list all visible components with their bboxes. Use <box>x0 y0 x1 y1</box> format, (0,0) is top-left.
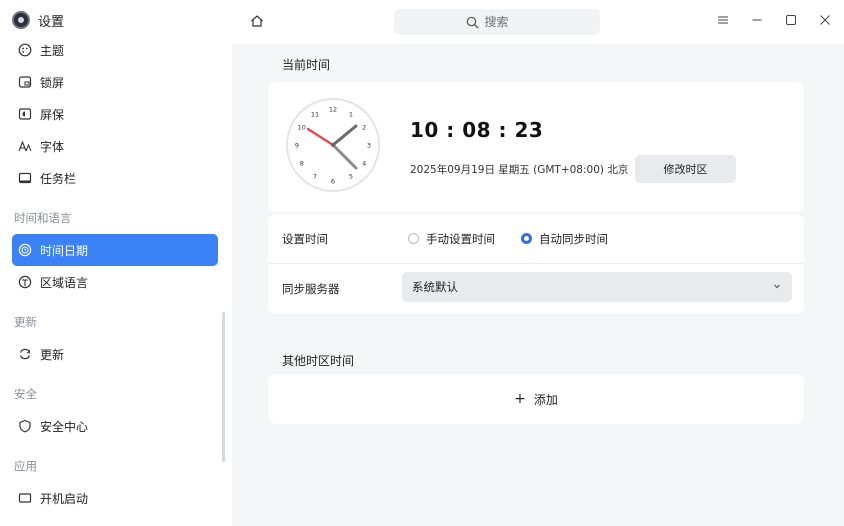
sidebar-item-label: 屏保 <box>40 107 65 122</box>
maximize-button[interactable] <box>784 11 798 29</box>
sidebar-item-startup[interactable]: 开机启动 <box>12 482 218 514</box>
globe-icon <box>18 275 32 289</box>
clock-number: 12 <box>329 106 337 114</box>
sidebar-item-label: 主题 <box>40 43 65 58</box>
analog-clock: 121234567891011 <box>286 98 380 192</box>
sidebar-section-apps: 应用 <box>14 459 37 473</box>
sync-server-value: 系统默认 <box>412 280 458 294</box>
time-mode-radio-group: 手动设置时间 自动同步时间 <box>408 231 608 247</box>
current-date-text: 2025年09月19日 星期五 (GMT+08:00) 北京 <box>410 164 629 176</box>
maximize-icon <box>786 15 796 25</box>
current-time-card: 12 1 2 3 4 5 6 7 8 9 10 11 10 : 08 : 23 2025年09月19日… <box>268 82 804 212</box>
clock-number: 6 <box>331 178 335 186</box>
sidebar-nav: 主题 锁屏 屏保 字体 任务栏 时间和语言 时间日期 区域语言 更新 更新 安全… <box>12 34 218 514</box>
radio-checked-icon <box>521 233 532 244</box>
search-icon <box>466 16 478 28</box>
sidebar-item-theme[interactable]: 主题 <box>12 34 218 66</box>
title-bar <box>232 0 844 44</box>
minimize-icon <box>752 19 762 21</box>
app-title-bar: 设置 <box>12 10 64 30</box>
sidebar-section-update: 更新 <box>14 315 37 329</box>
taskbar-icon <box>18 171 32 185</box>
sidebar-item-label: 区域语言 <box>40 275 89 290</box>
home-icon <box>251 15 263 27</box>
set-time-row: 设置时间 手动设置时间 自动同步时间 <box>268 214 804 264</box>
clock-number: 2 <box>362 124 366 132</box>
clock-number: 1 <box>349 110 353 118</box>
clock-number: 7 <box>313 173 317 181</box>
sidebar-item-label: 字体 <box>40 139 65 154</box>
current-time-text: 10 : 08 : 23 <box>410 118 544 142</box>
sidebar-item-label: 时间日期 <box>40 243 89 258</box>
app-title: 设置 <box>38 14 65 30</box>
auto-time-radio[interactable]: 自动同步时间 <box>521 231 608 247</box>
home-button[interactable] <box>248 12 266 30</box>
menu-button[interactable] <box>716 11 730 29</box>
sidebar-item-label: 安全中心 <box>40 419 89 434</box>
auto-time-label: 自动同步时间 <box>539 231 608 246</box>
sidebar-item-label: 开机启动 <box>40 491 89 506</box>
search-box[interactable] <box>394 9 600 35</box>
add-timezone-button[interactable]: + 添加 <box>268 374 804 424</box>
sync-server-select[interactable]: 系统默认 <box>402 272 792 302</box>
shield-icon <box>18 419 32 433</box>
settings-window: 设置 主题 锁屏 屏保 字体 任务栏 时间和语言 时间日期 区域语言 更新 更新… <box>0 0 844 526</box>
clock-number: 4 <box>362 160 366 168</box>
sidebar-item-region-language[interactable]: 区域语言 <box>12 266 218 298</box>
theme-icon <box>18 43 32 57</box>
clock-number: 8 <box>300 160 304 168</box>
chevron-down-icon <box>772 280 782 294</box>
sidebar-item-lockscreen[interactable]: 锁屏 <box>12 66 218 98</box>
menu-icon <box>718 16 728 24</box>
clock-number: 5 <box>349 173 353 181</box>
current-time-title: 当前时间 <box>282 58 331 72</box>
other-timezone-title: 其他时区时间 <box>282 354 355 368</box>
sync-server-label: 同步服务器 <box>282 282 340 296</box>
add-label: 添加 <box>533 392 558 407</box>
window-controls <box>716 11 832 29</box>
font-icon <box>18 139 32 153</box>
startup-icon <box>18 491 32 505</box>
plus-icon: + <box>514 391 526 407</box>
lockscreen-icon <box>18 75 32 89</box>
sidebar-item-taskbar[interactable]: 任务栏 <box>12 162 218 194</box>
clock-icon <box>18 243 32 257</box>
set-time-label: 设置时间 <box>282 231 328 246</box>
manual-time-label: 手动设置时间 <box>426 231 495 246</box>
sidebar-section-time-language: 时间和语言 <box>14 211 72 225</box>
close-button[interactable] <box>818 11 832 29</box>
clock-number: 10 <box>298 124 306 132</box>
refresh-icon <box>18 347 32 361</box>
sidebar-item-screensaver[interactable]: 屏保 <box>12 98 218 130</box>
screensaver-icon <box>18 107 32 121</box>
search-input[interactable] <box>484 15 529 29</box>
time-settings-card: 设置时间 手动设置时间 自动同步时间 同步服务器 系统默认 <box>268 214 804 314</box>
clock-number: 11 <box>311 110 319 118</box>
sidebar-item-label: 更新 <box>40 347 65 362</box>
clock-number: 9 <box>295 142 299 150</box>
manual-time-radio[interactable]: 手动设置时间 <box>408 231 495 247</box>
sidebar-item-label: 锁屏 <box>40 75 65 90</box>
sidebar-scrollbar[interactable] <box>222 312 225 462</box>
sidebar-item-datetime[interactable]: 时间日期 <box>12 234 218 266</box>
settings-app-icon <box>12 11 30 29</box>
main-content: 当前时间 12 1 2 3 4 5 6 7 8 9 10 11 10 : 08 : 23 2025年0… <box>232 44 844 526</box>
sidebar-item-font[interactable]: 字体 <box>12 130 218 162</box>
minimize-button[interactable] <box>750 11 764 29</box>
change-timezone-button[interactable]: 修改时区 <box>635 155 736 183</box>
sidebar: 设置 主题 锁屏 屏保 字体 任务栏 时间和语言 时间日期 区域语言 更新 更新… <box>0 0 232 526</box>
radio-unchecked-icon <box>408 233 419 244</box>
sidebar-section-security: 安全 <box>14 387 37 401</box>
close-icon <box>820 15 830 25</box>
sidebar-item-update[interactable]: 更新 <box>12 338 218 370</box>
sync-server-row: 同步服务器 系统默认 <box>268 264 804 314</box>
clock-number: 3 <box>367 142 371 150</box>
sidebar-item-label: 任务栏 <box>40 171 77 186</box>
sidebar-item-security-center[interactable]: 安全中心 <box>12 410 218 442</box>
